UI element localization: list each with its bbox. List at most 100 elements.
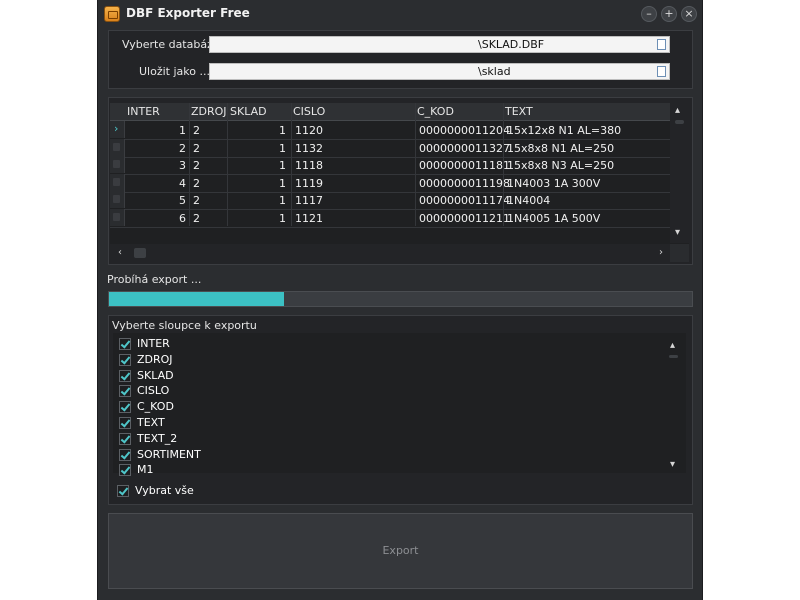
table-cell: 1 bbox=[279, 159, 286, 172]
columns-title: Vyberte sloupce k exportu bbox=[112, 319, 257, 332]
select-all-label: Vybrat vše bbox=[135, 484, 194, 497]
scroll-thumb[interactable] bbox=[669, 355, 678, 358]
table-cell: 2 bbox=[193, 211, 200, 225]
table-cell: 1 bbox=[179, 124, 186, 137]
column-header-text[interactable]: TEXT bbox=[505, 105, 533, 118]
table-row[interactable]: 5 2 1 1117 0000000011174 1N4004 bbox=[110, 191, 670, 210]
check-icon[interactable] bbox=[119, 338, 131, 350]
check-icon[interactable] bbox=[119, 464, 131, 477]
database-path: \SKLAD.DBF bbox=[478, 38, 545, 51]
table-cell: 6 bbox=[179, 211, 186, 225]
table-cell: 1N4003 1A 300V bbox=[507, 176, 601, 190]
chevron-right-icon[interactable]: › bbox=[659, 247, 663, 258]
table-cell: 0000000011198 bbox=[419, 176, 510, 190]
table-cell: 1 bbox=[279, 124, 286, 137]
column-header-inter[interactable]: INTER bbox=[127, 105, 160, 118]
table-cell: 2 bbox=[193, 141, 200, 155]
column-checkbox-label: SORTIMENT bbox=[137, 447, 201, 461]
table-row[interactable]: 3 2 1 1118 0000000011181 15x8x8 N3 AL=250 bbox=[110, 156, 670, 175]
data-grid[interactable]: INTER ZDROJ SKLAD CISLO C_KOD TEXT › 1 2 1 1… bbox=[110, 103, 689, 262]
column-divider bbox=[503, 103, 504, 226]
column-checkbox-label: TEXT_2 bbox=[137, 431, 178, 445]
grid-header: INTER ZDROJ SKLAD CISLO C_KOD TEXT bbox=[110, 103, 670, 121]
table-cell: 15x12x8 N1 AL=380 bbox=[507, 124, 622, 137]
table-cell: 2 bbox=[193, 194, 200, 207]
table-row[interactable]: 2 2 1 1132 0000000011327 15x8x8 N1 AL=250 bbox=[110, 138, 670, 158]
scroll-thumb[interactable] bbox=[675, 120, 684, 124]
table-cell: 1 bbox=[279, 211, 286, 225]
column-header-zdroj[interactable]: ZDROJ bbox=[191, 105, 227, 118]
column-divider bbox=[227, 103, 228, 226]
scroll-thumb[interactable] bbox=[134, 248, 146, 258]
table-cell: 1121 bbox=[295, 211, 323, 225]
column-divider bbox=[415, 103, 416, 226]
check-icon[interactable] bbox=[119, 385, 131, 398]
check-icon[interactable] bbox=[119, 401, 131, 414]
save-as-label: Uložit jako ... bbox=[139, 65, 210, 78]
table-cell: 1N4005 1A 500V bbox=[507, 211, 601, 225]
check-icon[interactable] bbox=[119, 448, 131, 461]
table-cell: 0000000011204 bbox=[419, 124, 510, 137]
table-cell: 0000000011211 bbox=[419, 211, 510, 225]
table-row[interactable]: › 1 2 1 1120 0000000011204 15x12x8 N1 AL=380 bbox=[110, 121, 670, 140]
check-icon[interactable] bbox=[117, 485, 129, 497]
chevron-down-icon[interactable]: ▾ bbox=[670, 459, 675, 470]
window-title: DBF Exporter Free bbox=[126, 6, 250, 20]
table-cell: 1119 bbox=[295, 176, 323, 190]
table-cell: 15x8x8 N3 AL=250 bbox=[507, 159, 615, 172]
maximize-button[interactable]: + bbox=[661, 6, 677, 22]
table-cell: 1 bbox=[279, 194, 286, 207]
chevron-up-icon[interactable]: ▴ bbox=[675, 105, 680, 116]
check-icon[interactable] bbox=[119, 417, 131, 429]
column-checkbox-label: CISLO bbox=[137, 384, 170, 398]
chevron-left-icon[interactable]: ‹ bbox=[118, 247, 122, 258]
columns-list[interactable]: INTER ZDROJ SKLAD CISLO C_KOD TEXT TEXT_2 SORTI… bbox=[113, 333, 686, 477]
column-checkbox-label: SKLAD bbox=[137, 368, 174, 382]
minimize-button[interactable]: – bbox=[641, 6, 657, 22]
table-cell: 2 bbox=[193, 176, 200, 190]
chevron-up-icon[interactable]: ▴ bbox=[670, 340, 675, 351]
database-field[interactable]: \SKLAD.DBF bbox=[209, 36, 670, 53]
file-icon[interactable] bbox=[657, 39, 666, 50]
table-row[interactable]: 6 2 1 1121 0000000011211 1N4005 1A 500V bbox=[110, 208, 670, 228]
table-cell: 2 bbox=[193, 159, 200, 172]
check-icon[interactable] bbox=[119, 369, 131, 382]
table-cell: 5 bbox=[179, 194, 186, 207]
table-cell: 4 bbox=[179, 176, 186, 190]
column-divider bbox=[291, 103, 292, 226]
progress-label: Probíhá export ... bbox=[107, 273, 202, 286]
grid-horizontal-scrollbar[interactable]: ‹ › bbox=[110, 244, 670, 262]
table-cell: 2 bbox=[193, 124, 200, 137]
table-cell: 0000000011181 bbox=[419, 159, 510, 172]
chevron-down-icon[interactable]: ▾ bbox=[675, 227, 680, 238]
close-button[interactable]: × bbox=[681, 6, 697, 22]
grid-vertical-scrollbar[interactable]: ▴ ▾ bbox=[670, 103, 689, 243]
file-icon[interactable] bbox=[657, 66, 666, 77]
table-cell: 1118 bbox=[295, 159, 323, 172]
column-checkbox-label: M1 bbox=[137, 463, 154, 477]
app-icon bbox=[104, 6, 120, 22]
table-cell: 2 bbox=[179, 141, 186, 155]
table-cell: 1117 bbox=[295, 194, 323, 207]
table-cell: 1 bbox=[279, 141, 286, 155]
export-button[interactable]: Export bbox=[108, 513, 693, 589]
column-header-sklad[interactable]: SKLAD bbox=[230, 105, 267, 118]
column-header-c-kod[interactable]: C_KOD bbox=[417, 105, 454, 118]
table-cell: 1120 bbox=[295, 124, 323, 137]
column-checkbox-label: C_KOD bbox=[137, 400, 174, 414]
progress-fill bbox=[109, 292, 284, 306]
column-header-cislo[interactable]: CISLO bbox=[293, 105, 325, 118]
column-divider bbox=[189, 103, 190, 226]
progress-bar bbox=[108, 291, 693, 307]
table-cell: 15x8x8 N1 AL=250 bbox=[507, 141, 615, 155]
table-row[interactable]: 4 2 1 1119 0000000011198 1N4003 1A 300V bbox=[110, 173, 670, 193]
column-checkbox-label: INTER bbox=[137, 337, 170, 350]
column-checkbox-label: ZDROJ bbox=[137, 352, 173, 366]
check-icon[interactable] bbox=[119, 353, 131, 366]
check-icon[interactable] bbox=[119, 432, 131, 445]
save-as-field[interactable]: \sklad bbox=[209, 63, 670, 80]
database-label: Vyberte databázi bbox=[122, 38, 216, 51]
column-checkbox-label: TEXT bbox=[137, 416, 165, 429]
scroll-corner bbox=[670, 244, 689, 262]
save-as-path: \sklad bbox=[478, 65, 511, 78]
